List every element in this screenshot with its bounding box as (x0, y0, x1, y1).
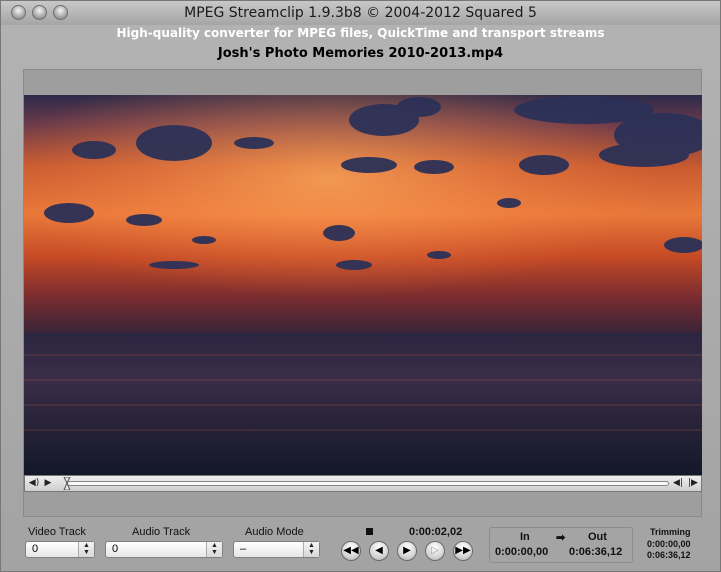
window-title: MPEG Streamclip 1.9.3b8 © 2004-2012 Squa… (184, 5, 537, 21)
trimming-start: 0:00:00,00 (647, 539, 691, 549)
step-forward-button[interactable]: ▷ (425, 541, 445, 561)
playhead-handle[interactable] (63, 477, 71, 490)
file-name: Josh's Photo Memories 2010-2013.mp4 (217, 46, 504, 61)
out-time[interactable]: 0:06:36,12 (569, 546, 622, 558)
audio-mode-label: Audio Mode (245, 526, 304, 538)
video-preview[interactable] (24, 95, 702, 475)
in-label: In (520, 531, 530, 543)
timeline-track[interactable] (67, 481, 669, 486)
in-out-panel: In ➡ Out 0:00:00,00 0:06:36,12 (489, 527, 633, 563)
video-track-select[interactable]: 0 ▲ ▼ (25, 541, 95, 558)
trimming-label: Trimming (650, 527, 691, 537)
arrow-right-icon: ➡ (556, 532, 566, 544)
sunset-frame (24, 95, 702, 475)
video-track-value: 0 (32, 543, 39, 555)
play-button[interactable]: ▶ (397, 541, 417, 561)
stepper-arrows-icon: ▲ ▼ (78, 542, 94, 557)
stepper-arrows-icon: ▲ ▼ (206, 542, 222, 557)
fast-forward-button[interactable]: ▶▶ (453, 541, 473, 561)
step-back-icon[interactable]: ◀| (671, 477, 685, 490)
trimming-end: 0:06:36,12 (647, 550, 691, 560)
title-bar: MPEG Streamclip 1.9.3b8 © 2004-2012 Squa… (1, 1, 720, 25)
rewind-button[interactable]: ◀◀ (341, 541, 361, 561)
app-window: MPEG Streamclip 1.9.3b8 © 2004-2012 Squa… (0, 0, 721, 572)
mini-play-icon[interactable]: ▶ (41, 477, 55, 490)
audio-track-select[interactable]: 0 ▲ ▼ (105, 541, 223, 558)
out-label: Out (588, 531, 607, 543)
step-back-button[interactable]: ◀ (369, 541, 389, 561)
stepper-arrows-icon: ▲ ▼ (303, 542, 319, 557)
app-subtitle: High-quality converter for MPEG files, Q… (116, 26, 605, 40)
audio-track-label: Audio Track (132, 526, 191, 538)
step-forward-icon[interactable]: |▶ (686, 477, 700, 490)
in-time[interactable]: 0:00:00,00 (495, 546, 548, 558)
volume-icon[interactable]: ◀) (27, 477, 41, 490)
timeline-scrubber[interactable]: ◀) ▶ ◀| |▶ (24, 475, 702, 492)
stop-icon[interactable] (366, 528, 373, 535)
audio-mode-value: – (240, 543, 247, 555)
current-time: 0:00:02,02 (409, 526, 463, 538)
audio-track-value: 0 (112, 543, 119, 555)
video-track-label: Video Track (28, 526, 86, 538)
audio-mode-select[interactable]: – ▲ ▼ (233, 541, 320, 558)
